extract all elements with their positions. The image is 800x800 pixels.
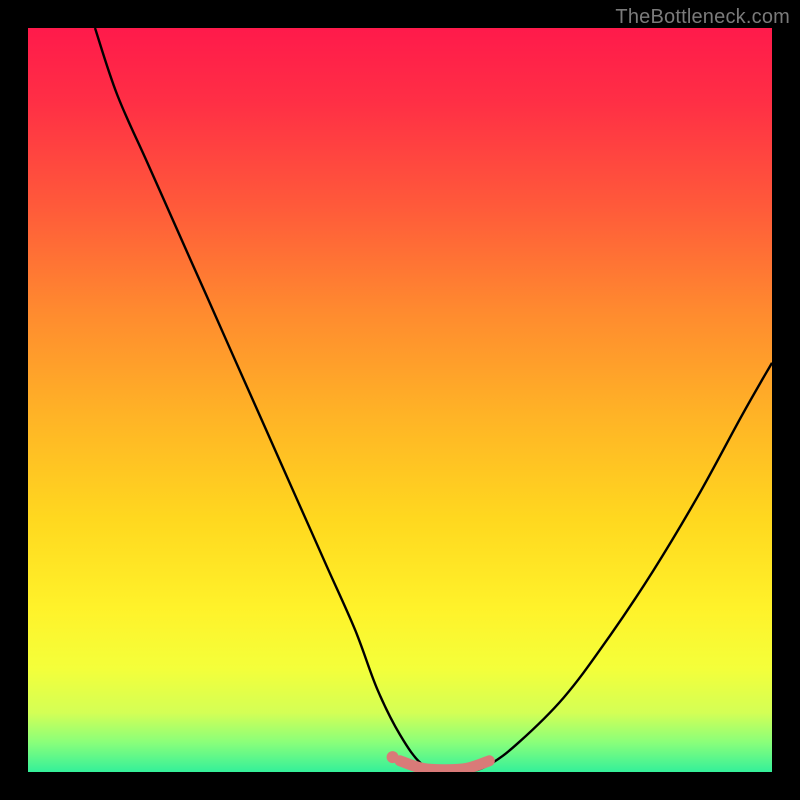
watermark-text: TheBottleneck.com — [615, 6, 790, 29]
chart-svg — [28, 28, 772, 772]
bottleneck-curve — [95, 28, 772, 772]
optimal-flat-segment — [400, 761, 489, 770]
chart-frame: TheBottleneck.com — [0, 0, 800, 800]
optimal-start-dot — [387, 751, 399, 763]
chart-plot-area — [28, 28, 772, 772]
